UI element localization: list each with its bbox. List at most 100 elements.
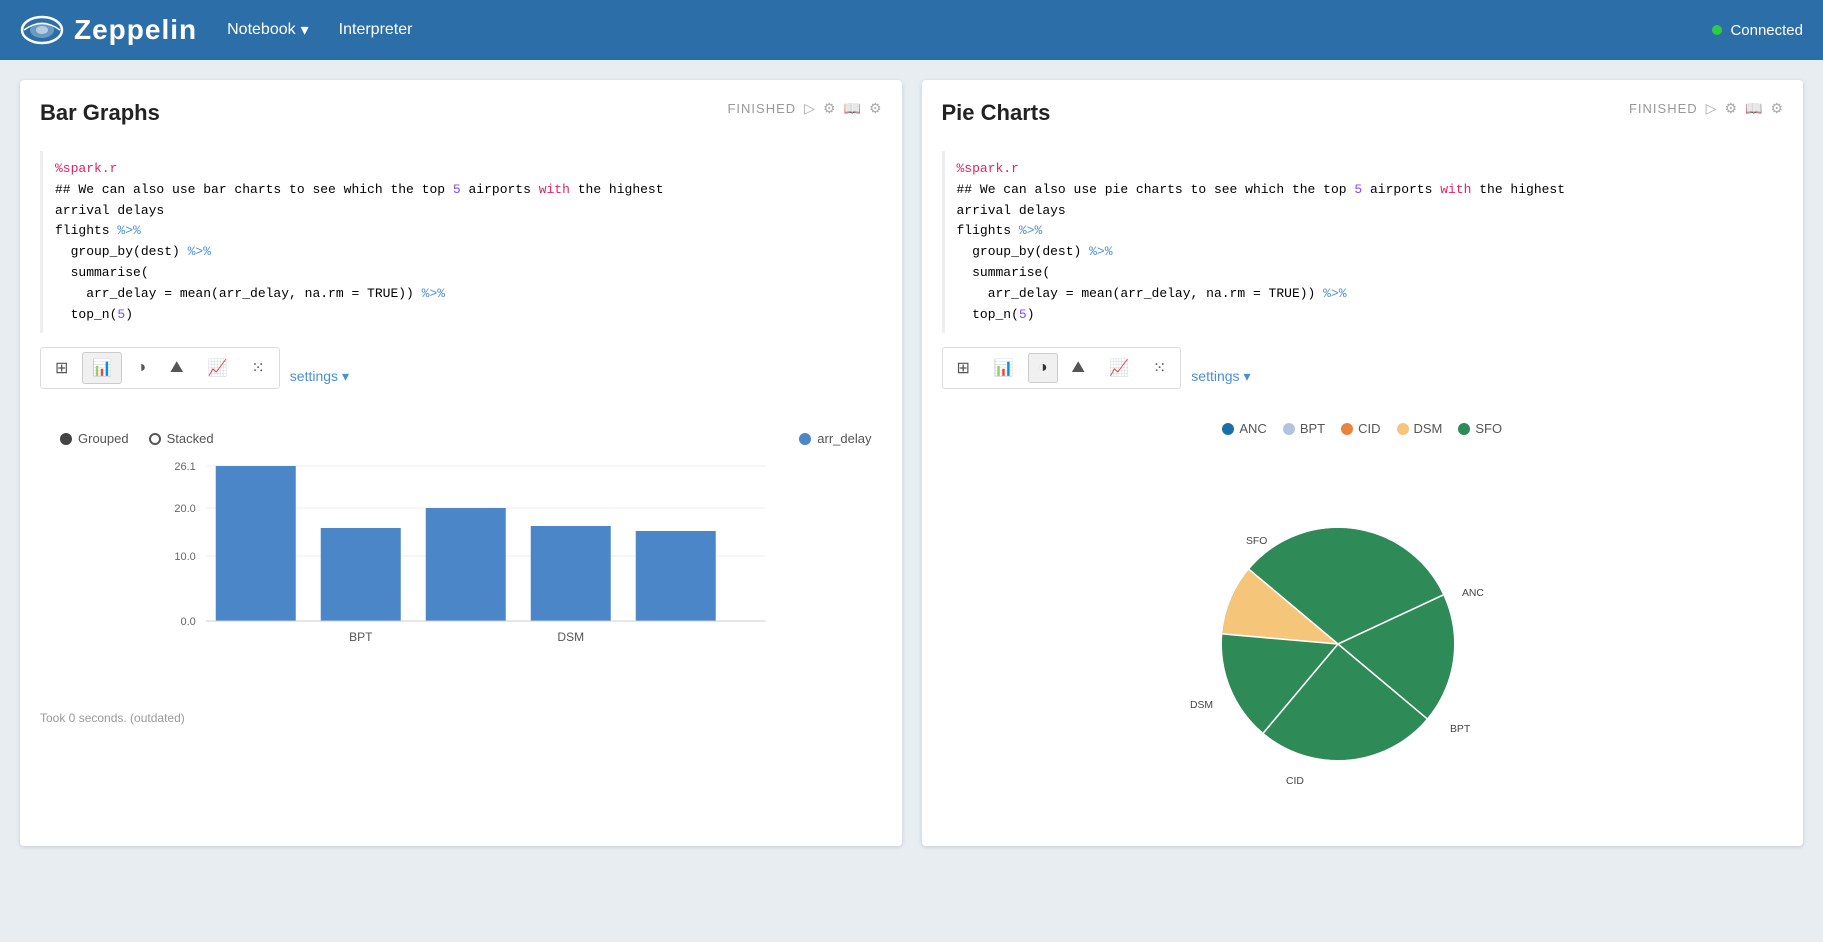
pie-bpt-label: BPT [1300,421,1325,436]
nav-interpreter[interactable]: Interpreter [339,21,413,39]
legend-arr-delay: arr_delay [799,431,871,446]
pie-legend-cid: CID [1341,421,1380,436]
bar-dsm[interactable] [531,526,611,621]
pie-viz-line-btn[interactable]: 📈 [1099,352,1139,384]
nav-notebook-chevron: ▾ [301,20,309,40]
svg-text:BPT: BPT [349,630,373,644]
pie-viz-bar-btn[interactable]: 📊 [984,352,1024,384]
pie-legend-sfo: SFO [1458,421,1502,436]
bar-graphs-code: %spark.r ## We can also use bar charts t… [40,151,882,333]
pie-legend-bpt: BPT [1283,421,1325,436]
nav-interpreter-label: Interpreter [339,21,413,39]
pie-label-dsm: DSM [1190,700,1213,711]
pie-viz-toolbar-row: ⊞ 📊 ◑ ⛰ 📈 ⁙ settings ▾ [942,347,1784,405]
bar-chart-area: Grouped Stacked arr_delay [40,421,882,691]
viz-area-btn[interactable]: ⛰ [160,353,193,383]
viz-line-btn[interactable]: 📈 [197,352,237,384]
connected-indicator [1712,25,1722,35]
legend-grouped-dot [60,433,72,445]
bar-settings-label: settings [290,368,338,384]
viz-pie-btn[interactable]: ◑ [126,353,156,383]
svg-text:26.1: 26.1 [174,461,195,473]
pie-viz-toolbar: ⊞ 📊 ◑ ⛰ 📈 ⁙ [942,347,1182,389]
pie-sfo-dot [1458,423,1470,435]
bar-viz-toolbar: ⊞ 📊 ◑ ⛰ 📈 ⁙ [40,347,280,389]
header-right: Connected [1712,22,1803,39]
bar-graphs-controls: FINISHED ▷ ⚙ 📖 ⚙ [727,100,881,117]
legend-stacked-label: Stacked [167,431,214,446]
pie-charts-code: %spark.r ## We can also use pie charts t… [942,151,1784,333]
pie-charts-status: FINISHED [1629,101,1698,116]
main-content: Bar Graphs FINISHED ▷ ⚙ 📖 ⚙ %spark.r ## … [0,60,1823,866]
pie-sfo-label: SFO [1475,421,1502,436]
pie-chart-container: ANC BPT CID DSM SFO [942,446,1784,826]
pie-label-sfo: SFO [1246,536,1267,547]
pie-label-cid: CID [1286,776,1304,787]
pie-chart-svg: ANC BPT CID DSM SFO [1162,466,1562,806]
legend-stacked-dot [149,433,161,445]
bar-cid[interactable] [426,508,506,621]
logo[interactable]: Zeppelin [20,13,197,47]
app-header: Zeppelin Notebook ▾ Interpreter Connecte… [0,0,1823,60]
connected-label: Connected [1730,22,1803,39]
bar-graphs-book-icon[interactable]: 📖 [844,100,861,117]
bar-graphs-settings-icon[interactable]: ⚙ [869,100,882,117]
pie-viz-scatter-btn[interactable]: ⁙ [1143,352,1176,384]
header-left: Zeppelin Notebook ▾ Interpreter [20,13,412,47]
pie-dsm-label: DSM [1414,421,1443,436]
bar-graphs-status: FINISHED [727,101,796,116]
pie-charts-book-icon[interactable]: 📖 [1745,100,1762,117]
bar-settings-btn[interactable]: settings ▾ [290,368,349,385]
pie-anc-dot [1222,423,1234,435]
pie-legend-dsm: DSM [1397,421,1443,436]
svg-text:20.0: 20.0 [174,503,195,515]
nav-notebook-label: Notebook [227,21,296,39]
bar-graphs-header: Bar Graphs FINISHED ▷ ⚙ 📖 ⚙ [40,100,882,141]
bar-bpt[interactable] [321,528,401,621]
pie-viz-area-btn[interactable]: ⛰ [1062,353,1095,383]
zeppelin-logo-icon [20,13,64,47]
pie-charts-cell: Pie Charts FINISHED ▷ ⚙ 📖 ⚙ %spark.r ## … [922,80,1804,846]
pie-chart-legend: ANC BPT CID DSM SFO [942,421,1784,436]
pie-legend-anc: ANC [1222,421,1266,436]
pie-settings-chevron: ▾ [1244,368,1251,385]
legend-grouped-label: Grouped [78,431,129,446]
legend-arr-delay-label: arr_delay [817,431,871,446]
pie-bpt-dot [1283,423,1295,435]
pie-charts-header: Pie Charts FINISHED ▷ ⚙ 📖 ⚙ [942,100,1784,141]
bar-settings-chevron: ▾ [342,368,349,385]
bar-anc[interactable] [216,466,296,621]
legend-stacked: Stacked [149,431,214,446]
svg-text:DSM: DSM [557,630,584,644]
svg-text:10.0: 10.0 [174,551,195,563]
pie-label-anc: ANC [1462,588,1484,599]
bar-chart-svg: 26.1 20.0 10.0 0.0 BPT DSM [60,456,872,676]
pie-viz-pie-btn[interactable]: ◑ [1028,353,1058,383]
pie-dsm-dot [1397,423,1409,435]
pie-label-bpt: BPT [1450,724,1471,735]
legend-grouped: Grouped [60,431,129,446]
pie-charts-settings-icon[interactable]: ⚙ [1770,100,1783,117]
svg-text:0.0: 0.0 [180,616,195,628]
bar-graphs-cell: Bar Graphs FINISHED ▷ ⚙ 📖 ⚙ %spark.r ## … [20,80,902,846]
pie-settings-label: settings [1191,368,1239,384]
pie-charts-controls: FINISHED ▷ ⚙ 📖 ⚙ [1629,100,1783,117]
pie-charts-sync-icon[interactable]: ⚙ [1724,100,1737,117]
logo-text: Zeppelin [74,14,197,46]
bar-took-text: Took 0 seconds. (outdated) [40,711,882,725]
pie-viz-table-btn[interactable]: ⊞ [947,352,980,384]
pie-charts-title: Pie Charts [942,100,1051,126]
bar-sfo[interactable] [636,531,716,621]
nav-notebook[interactable]: Notebook ▾ [227,20,309,40]
viz-table-btn[interactable]: ⊞ [45,352,78,384]
bar-graphs-sync-icon[interactable]: ⚙ [823,100,836,117]
pie-charts-run-icon[interactable]: ▷ [1706,100,1717,117]
pie-cid-label: CID [1358,421,1380,436]
pie-settings-btn[interactable]: settings ▾ [1191,368,1250,385]
viz-scatter-btn[interactable]: ⁙ [241,352,274,384]
viz-bar-btn[interactable]: 📊 [82,352,122,384]
bar-viz-toolbar-row: ⊞ 📊 ◑ ⛰ 📈 ⁙ settings ▾ [40,347,882,405]
pie-cid-dot [1341,423,1353,435]
bar-graphs-run-icon[interactable]: ▷ [804,100,815,117]
bar-chart-legend: Grouped Stacked arr_delay [60,431,872,446]
